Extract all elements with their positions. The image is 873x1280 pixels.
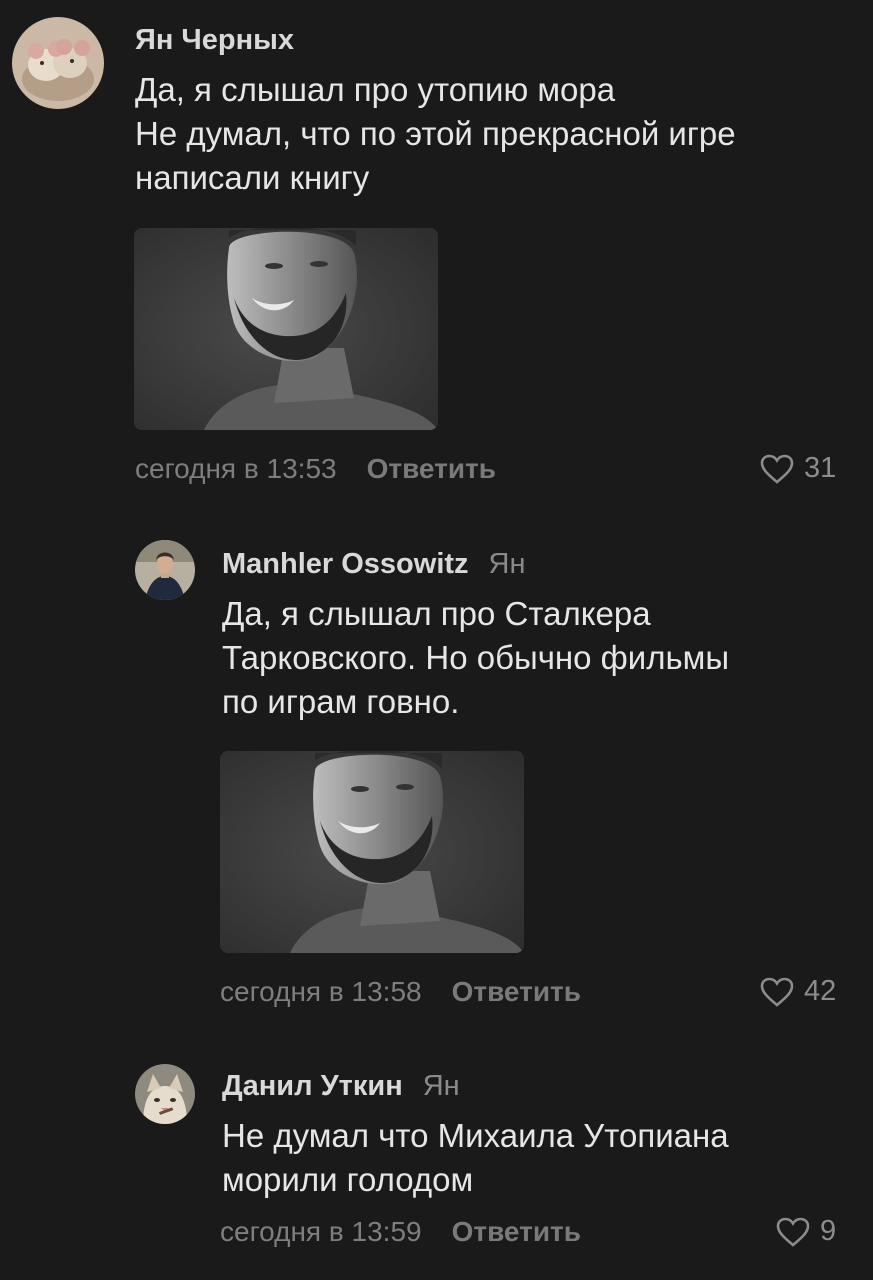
comment-meta: сегодня в 13:59 Ответить (220, 1216, 581, 1248)
like-count: 31 (804, 452, 837, 484)
reply-button[interactable]: Ответить (452, 976, 581, 1007)
avatar[interactable] (12, 17, 104, 109)
attached-image[interactable] (220, 751, 524, 953)
heart-icon (760, 454, 794, 484)
heart-icon (776, 1217, 810, 1247)
comment-text-line: морили голодом (222, 1161, 474, 1198)
reply-to-name[interactable]: Ян (423, 1070, 460, 1102)
comment-meta: сегодня в 13:53 Ответить (135, 453, 496, 485)
like-count: 42 (804, 975, 837, 1007)
like-button[interactable]: 9 (776, 1215, 836, 1248)
comment-text-line: Да, я слышал про утопию мора (135, 71, 616, 108)
comment-text: Да, я слышал про Сталкера Тарковского. Н… (222, 592, 729, 724)
comment-meta: сегодня в 13:58 Ответить (220, 976, 581, 1008)
reply-button[interactable]: Ответить (452, 1216, 581, 1247)
like-count: 9 (820, 1215, 837, 1247)
comment-text-line: Тарковского. Но обычно фильмы (222, 639, 730, 676)
author-name[interactable]: Данил Уткин (222, 1070, 403, 1102)
author-name[interactable]: Manhler Ossowitz (222, 548, 469, 580)
comment-text-line: написали книгу (135, 159, 370, 196)
like-button[interactable]: 31 (760, 452, 836, 485)
comment-text: Не думал что Михаила Утопиана морили гол… (222, 1114, 729, 1202)
avatar[interactable] (135, 540, 195, 600)
like-button[interactable]: 42 (760, 975, 836, 1008)
comment-author[interactable]: Ян Черных (135, 24, 294, 57)
comment-text: Да, я слышал про утопию мора Не думал, ч… (135, 68, 736, 200)
avatar[interactable] (135, 1064, 195, 1124)
heart-icon (760, 977, 794, 1007)
comment-timestamp: сегодня в 13:53 (135, 453, 337, 484)
comment-text-line: по играм говно. (222, 683, 460, 720)
reply-button[interactable]: Ответить (367, 453, 496, 484)
comment-text-line: Да, я слышал про Сталкера (222, 595, 651, 632)
reply-to-name[interactable]: Ян (489, 548, 526, 580)
comment-timestamp: сегодня в 13:59 (220, 1216, 422, 1247)
comment-author: Manhler Ossowitz Ян (222, 548, 526, 581)
comment-text-line: Не думал, что по этой прекрасной игре (135, 115, 736, 152)
comment-text-line: Не думал что Михаила Утопиана (222, 1117, 729, 1154)
comment-author: Данил Уткин Ян (222, 1070, 460, 1103)
attached-image[interactable] (134, 228, 438, 430)
comment-timestamp: сегодня в 13:58 (220, 976, 422, 1007)
